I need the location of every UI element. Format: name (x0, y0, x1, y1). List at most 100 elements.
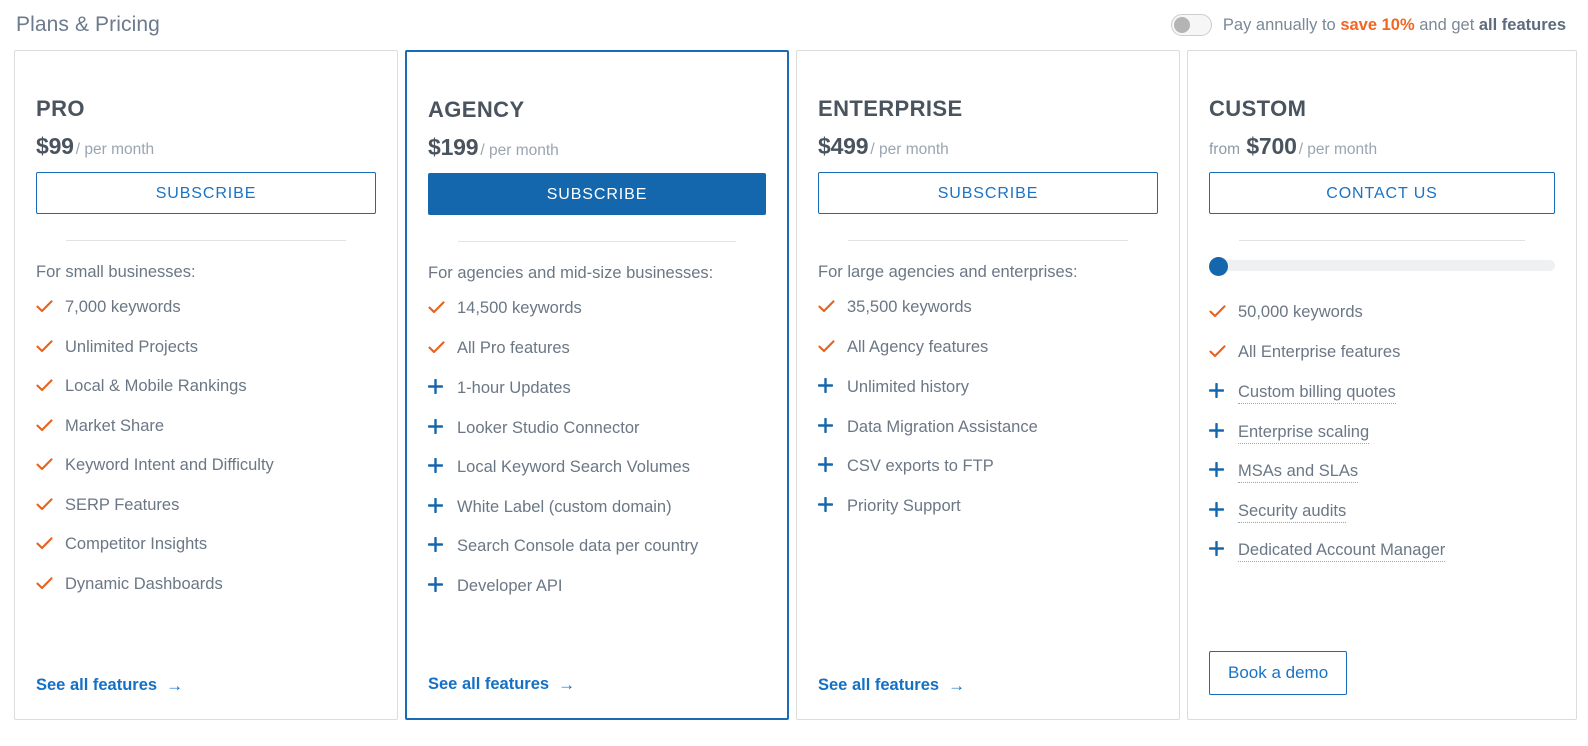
slider-track[interactable] (1209, 260, 1555, 271)
check-icon (36, 498, 53, 511)
slider-knob[interactable] (1209, 257, 1228, 276)
feature-item: Local & Mobile Rankings (36, 377, 376, 417)
plus-icon (818, 457, 835, 472)
plan-card-agency: AGENCY$199/ per monthSUBSCRIBEFor agenci… (405, 50, 789, 720)
feature-item: Unlimited history (818, 377, 1158, 417)
check-icon (36, 458, 53, 471)
plan-audience: For small businesses: (36, 263, 376, 282)
plan-price: $99/ per month (36, 135, 376, 158)
check-icon (428, 341, 445, 354)
see-all-features-label: See all features (36, 676, 157, 695)
feature-item[interactable]: Security audits (1209, 501, 1555, 541)
annual-billing-control: Pay annually to save 10% and get all fea… (1171, 14, 1566, 36)
card-footer: Book a demo (1209, 651, 1347, 695)
feature-item[interactable]: Enterprise scaling (1209, 422, 1555, 462)
check-icon (1209, 305, 1226, 318)
price-amount: $499 (818, 133, 868, 159)
caption-features-highlight: all features (1479, 16, 1566, 34)
see-all-features-link[interactable]: See all features→ (36, 676, 183, 695)
book-a-demo-button[interactable]: Book a demo (1209, 651, 1347, 695)
feature-label: Market Share (65, 417, 164, 436)
feature-label[interactable]: Security audits (1238, 502, 1346, 523)
feature-item: 14,500 keywords (428, 299, 766, 339)
feature-list: 35,500 keywords All Agency features Unlimi… (818, 298, 1158, 535)
plan-price: $199/ per month (428, 136, 766, 159)
plus-icon (428, 419, 445, 434)
plus-icon (428, 379, 445, 394)
check-icon (36, 537, 53, 550)
plus-icon (1209, 423, 1226, 438)
subscribe-button[interactable]: SUBSCRIBE (818, 172, 1158, 214)
feature-item: All Agency features (818, 338, 1158, 378)
check-icon (818, 300, 835, 313)
feature-item: 7,000 keywords (36, 298, 376, 338)
subscribe-button[interactable]: SUBSCRIBE (428, 173, 766, 215)
feature-label: Data Migration Assistance (847, 418, 1038, 437)
caption-save-highlight: save 10% (1340, 16, 1414, 34)
check-icon (36, 300, 53, 313)
feature-item: Keyword Intent and Difficulty (36, 456, 376, 496)
plan-name: ENTERPRISE (818, 96, 1158, 122)
feature-label: All Agency features (847, 338, 988, 357)
plan-name: AGENCY (428, 97, 766, 123)
annual-billing-toggle[interactable] (1171, 14, 1212, 36)
toggle-knob-icon (1174, 17, 1190, 33)
feature-item: 50,000 keywords (1209, 303, 1555, 343)
feature-item: Priority Support (818, 496, 1158, 536)
feature-label: 35,500 keywords (847, 298, 972, 317)
feature-label: Looker Studio Connector (457, 419, 640, 438)
see-all-features-link[interactable]: See all features→ (818, 676, 965, 695)
feature-label[interactable]: Dedicated Account Manager (1238, 541, 1445, 562)
price-period: / per month (870, 141, 948, 158)
feature-label: CSV exports to FTP (847, 457, 994, 476)
plus-icon (1209, 383, 1226, 398)
plan-audience: For large agencies and enterprises: (818, 263, 1158, 282)
contact-us-button[interactable]: CONTACT US (1209, 172, 1555, 214)
plan-card-enterprise: ENTERPRISE $499/ per month SUBSCRIBE For la… (796, 50, 1180, 720)
price-period: / per month (76, 141, 154, 158)
feature-label: Search Console data per country (457, 537, 698, 556)
feature-item: Market Share (36, 417, 376, 457)
card-divider (66, 240, 346, 241)
see-all-features-label: See all features (818, 676, 939, 695)
check-icon (36, 340, 53, 353)
pricing-page: Plans & Pricing Pay annually to save 10%… (0, 0, 1588, 746)
price-period: / per month (1299, 141, 1377, 158)
feature-label[interactable]: Enterprise scaling (1238, 423, 1369, 444)
plus-icon (1209, 541, 1226, 556)
feature-label: All Pro features (457, 339, 570, 358)
feature-list: 7,000 keywordsUnlimited ProjectsLocal & … (36, 298, 376, 614)
feature-item: Data Migration Assistance (818, 417, 1158, 457)
card-divider (1239, 240, 1525, 241)
arrow-right-icon: → (558, 676, 575, 693)
feature-label[interactable]: MSAs and SLAs (1238, 462, 1358, 483)
caption-text-middle: and get (1415, 16, 1479, 34)
plus-icon (428, 498, 445, 513)
plan-card-custom: CUSTOMfrom $700/ per monthCONTACT US50,0… (1187, 50, 1577, 720)
feature-label: Local Keyword Search Volumes (457, 458, 690, 477)
see-all-features-link[interactable]: See all features→ (428, 675, 575, 694)
feature-item[interactable]: Dedicated Account Manager (1209, 540, 1555, 580)
feature-item[interactable]: Custom billing quotes (1209, 382, 1555, 422)
feature-label: Priority Support (847, 497, 961, 516)
plan-price: from $700/ per month (1209, 135, 1555, 158)
feature-item[interactable]: MSAs and SLAs (1209, 461, 1555, 501)
page-title: Plans & Pricing (16, 13, 160, 37)
subscribe-button[interactable]: SUBSCRIBE (36, 172, 376, 214)
feature-label: White Label (custom domain) (457, 498, 672, 517)
feature-list: 50,000 keywordsAll Enterprise featuresCu… (1209, 303, 1555, 580)
feature-label[interactable]: Custom billing quotes (1238, 383, 1396, 404)
feature-label: Developer API (457, 577, 562, 596)
feature-label: 7,000 keywords (65, 298, 181, 317)
plus-icon (1209, 462, 1226, 477)
feature-item: CSV exports to FTP (818, 456, 1158, 496)
plus-icon (428, 458, 445, 473)
check-icon (36, 379, 53, 392)
price-amount: $700 (1246, 133, 1296, 159)
feature-label: SERP Features (65, 496, 179, 515)
plan-card-pro: PRO$99/ per monthSUBSCRIBEFor small busi… (14, 50, 398, 720)
plan-cards-container: PRO$99/ per monthSUBSCRIBEFor small busi… (14, 50, 1574, 722)
plus-icon (818, 497, 835, 512)
card-footer: See all features→ (428, 675, 575, 694)
keyword-volume-slider[interactable] (1209, 257, 1555, 273)
